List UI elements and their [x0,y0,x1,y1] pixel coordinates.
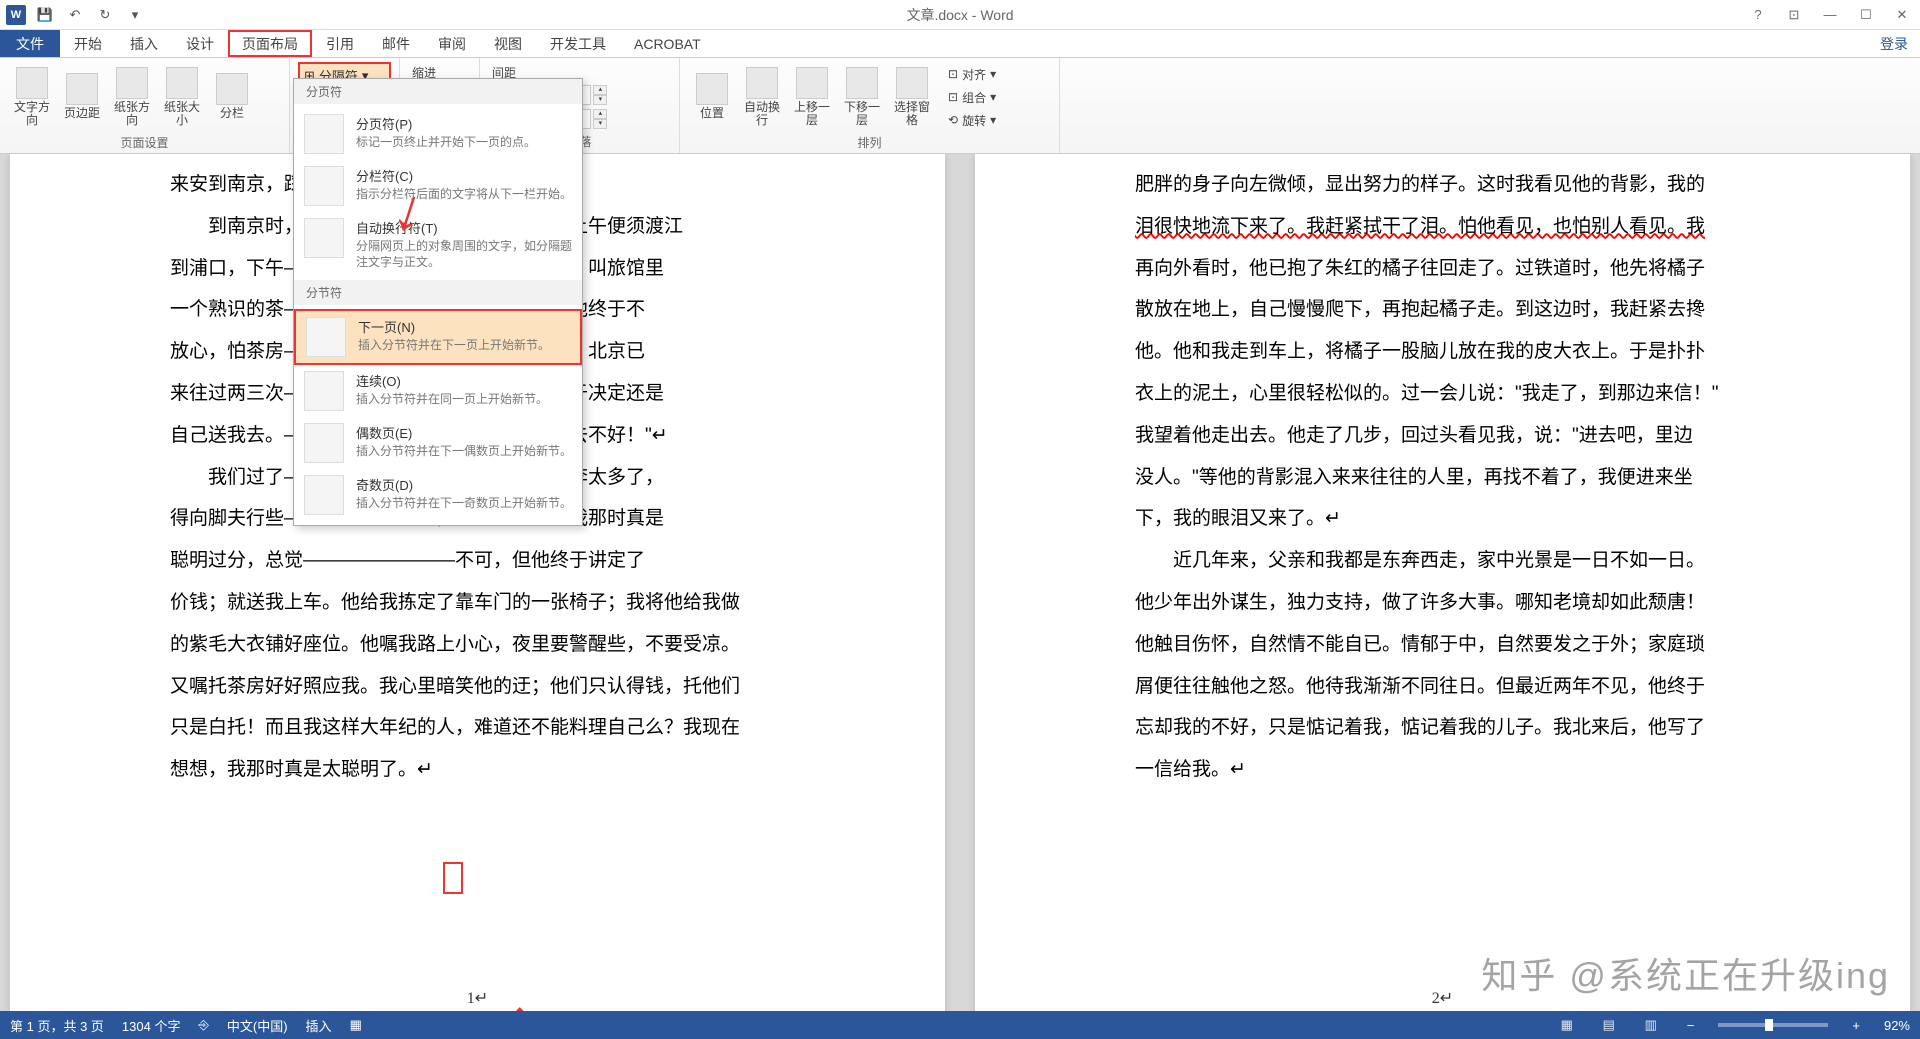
group-button[interactable]: ⊡ 组合 ▾ [944,87,1000,108]
margins-button[interactable]: 页边距 [58,62,106,132]
status-lang-icon: ⎆ [198,1017,208,1033]
tab-review[interactable]: 审阅 [424,30,480,57]
page-number-2: 2↵ [1432,988,1453,1008]
window-title: 文章.docx - Word [906,5,1013,25]
dd-even-page[interactable]: 偶数页(E)插入分节符并在下一偶数页上开始新节。 [294,417,582,469]
close-button[interactable]: ✕ [1884,1,1920,29]
dd-page-break[interactable]: 分页符(P)标记一页终止并开始下一页的点。 [294,108,582,160]
spin-down[interactable]: ▾ [593,119,607,129]
breaks-dropdown: 分页符 分页符(P)标记一页终止并开始下一页的点。 分栏符(C)指示分栏符后面的… [293,78,583,526]
qat-redo[interactable]: ↻ [94,4,116,26]
dd-section-section-breaks: 分节符 [294,280,582,305]
tab-view[interactable]: 视图 [480,30,536,57]
wrap-text-button[interactable]: 自动换行 [738,62,786,132]
zoom-slider[interactable] [1718,1023,1828,1027]
rotate-button[interactable]: ⟲ 旋转 ▾ [944,110,1000,131]
login-link[interactable]: 登录 [1880,30,1920,57]
columns-button[interactable]: 分栏 [208,62,256,132]
dd-next-page[interactable]: 下一页(N)插入分节符并在下一页上开始新节。 [294,309,582,365]
zoom-in[interactable]: + [1846,1018,1866,1033]
dd-continuous[interactable]: 连续(O)插入分节符并在同一页上开始新节。 [294,365,582,417]
status-language[interactable]: 中文(中国) [227,1016,288,1035]
position-button[interactable]: 位置 [688,62,736,132]
tab-mailings[interactable]: 邮件 [368,30,424,57]
tab-file[interactable]: 文件 [0,30,60,57]
view-web-layout[interactable]: ▥ [1639,1015,1663,1035]
cursor-position-marker [443,862,463,894]
dd-text-wrap-break[interactable]: 自动换行符(T)分隔网页上的对象周围的文字，如分隔题注文字与正文。 [294,212,582,276]
spin-up[interactable]: ▴ [593,109,607,119]
status-macro-icon[interactable]: ▦ [350,1017,362,1033]
spin-down[interactable]: ▾ [593,95,607,105]
dd-odd-page[interactable]: 奇数页(D)插入分节符并在下一奇数页上开始新节。 [294,469,582,521]
tab-insert[interactable]: 插入 [116,30,172,57]
statusbar: 第 1 页，共 3 页 1304 个字 ⎆ 中文(中国) 插入 ▦ ▦ ▤ ▥ … [0,1011,1920,1039]
status-page[interactable]: 第 1 页，共 3 页 [10,1016,104,1035]
ribbon-tabs: 文件 开始 插入 设计 页面布局 引用 邮件 审阅 视图 开发工具 ACROBA… [0,30,1920,58]
qat-save[interactable]: 💾 [34,4,56,26]
zoom-out[interactable]: − [1681,1018,1701,1033]
send-backward-button[interactable]: 下移一层 [838,62,886,132]
view-read-mode[interactable]: ▦ [1555,1015,1579,1035]
tab-acrobat[interactable]: ACROBAT [620,30,715,57]
group-label-page-setup: 页面设置 [8,132,281,151]
orientation-button[interactable]: 纸张方向 [108,62,156,132]
tab-references[interactable]: 引用 [312,30,368,57]
view-print-layout[interactable]: ▤ [1597,1015,1621,1035]
zoom-level[interactable]: 92% [1884,1018,1910,1033]
tab-developer[interactable]: 开发工具 [536,30,620,57]
titlebar: W 💾 ↶ ↻ ▾ 文章.docx - Word ? ⊡ — ☐ ✕ [0,0,1920,30]
status-insert-mode[interactable]: 插入 [306,1016,332,1035]
page-2[interactable]: 肥胖的身子向左微倾，显出努力的样子。这时我看见他的背影，我的 泪很快地流下来了。… [975,154,1910,1011]
dd-section-page-breaks: 分页符 [294,79,582,104]
minimize-button[interactable]: — [1812,1,1848,29]
bring-forward-button[interactable]: 上移一层 [788,62,836,132]
page-number-1: 1↵ [467,988,488,1008]
tab-page-layout[interactable]: 页面布局 [228,30,312,57]
text-direction-button[interactable]: 文字方向 [8,62,56,132]
group-label-arrange: 排列 [688,132,1051,151]
maximize-button[interactable]: ☐ [1848,1,1884,29]
ribbon-display-options[interactable]: ⊡ [1776,1,1812,29]
selection-pane-button[interactable]: 选择窗格 [888,62,936,132]
align-button[interactable]: ⊡ 对齐 ▾ [944,64,1000,85]
dd-column-break[interactable]: 分栏符(C)指示分栏符后面的文字将从下一栏开始。 [294,160,582,212]
ribbon: 文字方向 页边距 纸张方向 纸张大小 分栏 页面设置 ⊞ 分隔符 ▾ ⊟ 行号 … [0,58,1920,154]
document-area[interactable]: 来安到南京，踩————————交们们。↵ 到南京时，————————，日；第二日… [0,154,1920,1011]
qat-undo[interactable]: ↶ [64,4,86,26]
qat-customize[interactable]: ▾ [124,4,146,26]
paper-size-button[interactable]: 纸张大小 [158,62,206,132]
spin-up[interactable]: ▴ [593,85,607,95]
word-icon: W [6,5,26,25]
tab-home[interactable]: 开始 [60,30,116,57]
help-button[interactable]: ? [1740,1,1776,29]
tab-design[interactable]: 设计 [172,30,228,57]
status-word-count[interactable]: 1304 个字 [122,1016,181,1035]
